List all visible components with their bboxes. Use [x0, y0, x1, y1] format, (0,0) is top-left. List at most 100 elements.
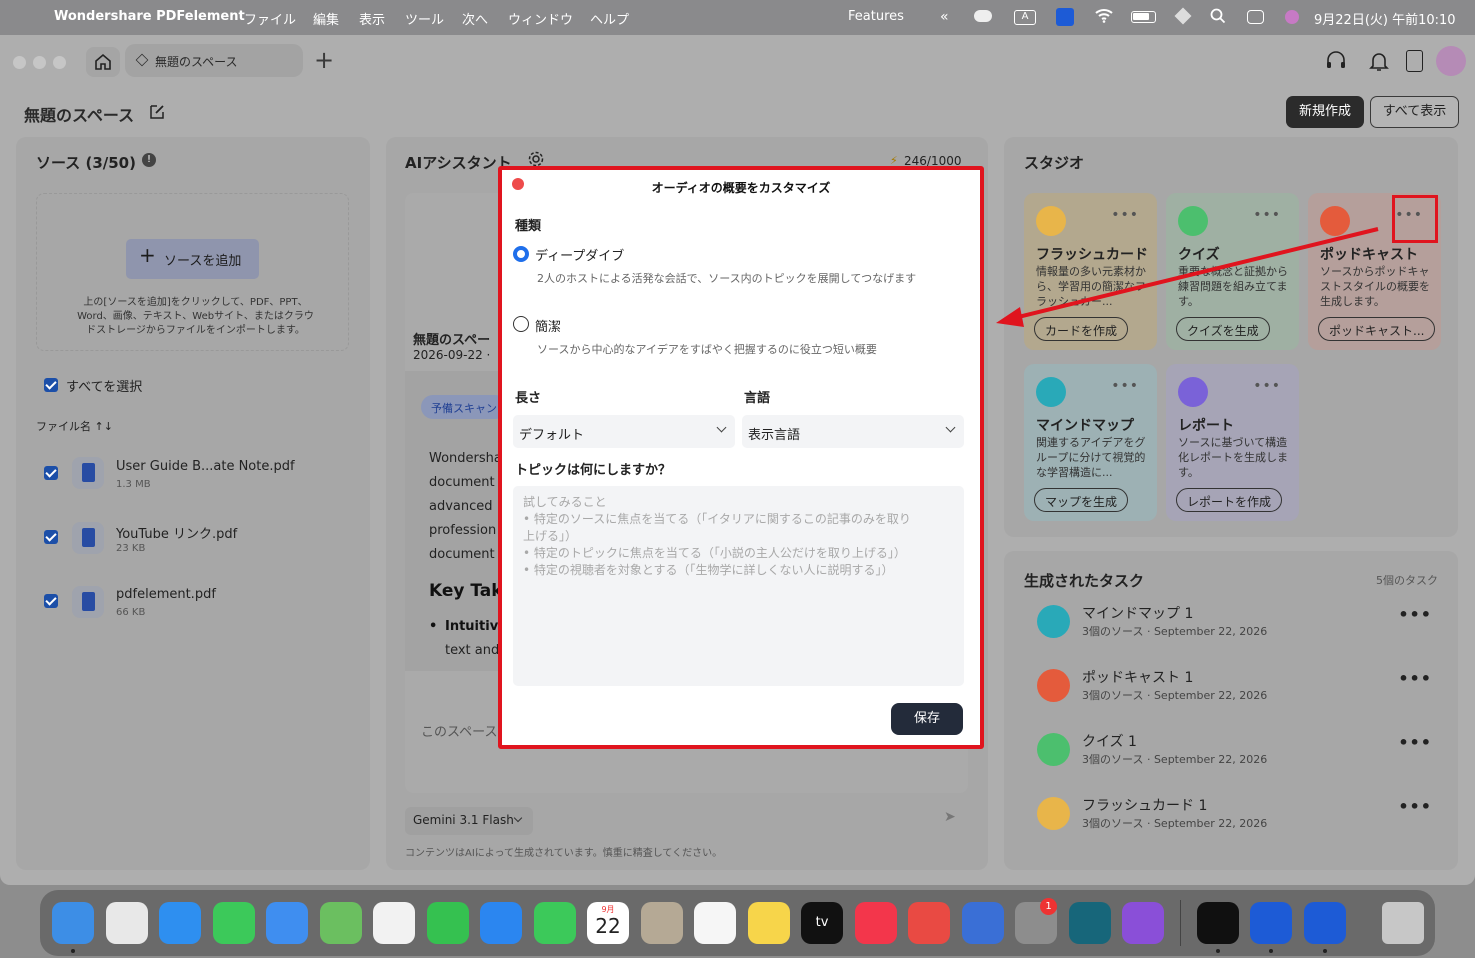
- app-store-icon[interactable]: [480, 902, 522, 944]
- task-item[interactable]: フラッシュカード 1 3個のソース · September 22, 2026 •…: [1022, 791, 1442, 843]
- cloud-icon[interactable]: [974, 10, 992, 22]
- photos-icon[interactable]: [373, 902, 415, 944]
- task-item[interactable]: マインドマップ 1 3個のソース · September 22, 2026 ••…: [1022, 599, 1442, 651]
- safari-icon[interactable]: [159, 902, 201, 944]
- file-checkbox[interactable]: [44, 530, 58, 544]
- running-indicator: [1216, 949, 1220, 953]
- menu-edit[interactable]: 編集: [313, 9, 339, 28]
- pdfelement-icon[interactable]: [1250, 902, 1292, 944]
- rocket-app-icon[interactable]: [908, 902, 950, 944]
- menu-view[interactable]: 表示: [359, 9, 385, 28]
- file-checkbox[interactable]: [44, 466, 58, 480]
- space-tab-label: 無題のスペース: [155, 55, 238, 69]
- contacts-icon[interactable]: [641, 902, 683, 944]
- control-center-icon[interactable]: [1247, 10, 1264, 24]
- more-options-icon[interactable]: •••: [1398, 797, 1432, 816]
- file-size: 66 KB: [116, 607, 146, 618]
- studio-card-report[interactable]: ••• レポート ソースに基づいて構造化レポートを生成します。 レポートを作成: [1166, 364, 1299, 521]
- studio-title: スタジオ: [1024, 154, 1085, 172]
- launchpad-icon[interactable]: [106, 902, 148, 944]
- sources-title: ソース (3/50): [36, 154, 136, 172]
- feedback-icon[interactable]: [1122, 902, 1164, 944]
- add-source-button[interactable]: + ソースを追加: [126, 239, 259, 279]
- home-button[interactable]: [86, 47, 120, 77]
- more-options-icon[interactable]: •••: [1111, 378, 1139, 394]
- music-icon[interactable]: [855, 902, 897, 944]
- new-create-button[interactable]: 新規作成: [1286, 96, 1364, 128]
- create-map-button[interactable]: マップを生成: [1034, 488, 1129, 512]
- double-chevron-left-icon[interactable]: «: [940, 9, 949, 25]
- search-icon[interactable]: [1210, 8, 1226, 24]
- menu-clock[interactable]: 9月22日(火) 午前10:10: [1314, 9, 1456, 28]
- mail-icon[interactable]: [266, 902, 308, 944]
- send-icon[interactable]: ➤: [944, 809, 956, 825]
- menu-window[interactable]: ウィンドウ: [508, 9, 573, 28]
- apple-tv-icon[interactable]: tv: [801, 902, 843, 944]
- radio-deep-dive[interactable]: [513, 246, 529, 262]
- more-options-icon[interactable]: •••: [1395, 207, 1423, 223]
- wifi-icon[interactable]: [1095, 7, 1113, 23]
- model-selector[interactable]: Gemini 3.1 Flash: [405, 807, 533, 835]
- option-label[interactable]: 簡潔: [535, 316, 561, 335]
- select-all-checkbox[interactable]: [44, 378, 58, 392]
- menu-file[interactable]: ファイル: [244, 9, 296, 28]
- device-icon[interactable]: [1406, 50, 1423, 72]
- show-all-button[interactable]: すべて表示: [1370, 96, 1459, 128]
- finder-icon[interactable]: [52, 902, 94, 944]
- cube-icon: [135, 53, 149, 67]
- space-tab[interactable]: 無題のスペース: [125, 44, 303, 77]
- file-name-sort[interactable]: ファイル名 ↑↓: [36, 418, 113, 434]
- create-report-button[interactable]: レポートを作成: [1176, 488, 1283, 512]
- pdf-reader-icon[interactable]: [962, 902, 1004, 944]
- layers-icon[interactable]: [1174, 7, 1192, 25]
- pdfelement-icon[interactable]: [1304, 902, 1346, 944]
- pdfelement-status-icon[interactable]: [1056, 8, 1074, 26]
- menu-next[interactable]: 次へ: [462, 9, 488, 28]
- wondershare-icon[interactable]: [1197, 902, 1239, 944]
- pdf-file-icon: [72, 522, 104, 554]
- studio-card-mindmap[interactable]: ••• マインドマップ 関連するアイデアをグループに分けて視覚的な学習構造に..…: [1024, 364, 1157, 521]
- messages-icon[interactable]: [213, 902, 255, 944]
- file-checkbox[interactable]: [44, 594, 58, 608]
- menu-help[interactable]: ヘルプ: [590, 9, 629, 28]
- topic-textarea[interactable]: 試してみること • 特定のソースに焦点を当てる（「イタリアに関するこの記事のみを…: [513, 486, 964, 686]
- reminders-icon[interactable]: [694, 902, 736, 944]
- chat-input-placeholder[interactable]: このスペース: [421, 721, 497, 740]
- minimize-window-button[interactable]: [33, 56, 46, 69]
- more-options-icon[interactable]: •••: [1398, 605, 1432, 624]
- facetime-icon[interactable]: [427, 902, 469, 944]
- menu-app-name[interactable]: Wondershare PDFelement: [54, 9, 245, 24]
- trash-icon[interactable]: [1382, 902, 1424, 944]
- maps-icon[interactable]: [320, 902, 362, 944]
- freeform-icon[interactable]: [1069, 902, 1111, 944]
- notes-icon[interactable]: [748, 902, 790, 944]
- option-label[interactable]: ディープダイブ: [535, 245, 624, 264]
- menu-tools[interactable]: ツール: [405, 9, 444, 28]
- add-source-dropzone[interactable]: + ソースを追加 上の[ソースを追加]をクリックして、PDF、PPT、Word、…: [36, 193, 349, 351]
- menu-features[interactable]: Features: [848, 9, 904, 24]
- more-options-icon[interactable]: •••: [1398, 669, 1432, 688]
- more-options-icon[interactable]: •••: [1253, 378, 1281, 394]
- user-avatar[interactable]: [1436, 46, 1466, 76]
- calendar-icon[interactable]: 9月 22: [587, 902, 629, 944]
- language-select[interactable]: 表示言語: [742, 415, 964, 448]
- siri-icon[interactable]: [1285, 10, 1299, 24]
- task-name: ポッドキャスト 1: [1082, 670, 1194, 686]
- input-source-icon[interactable]: A: [1014, 10, 1036, 25]
- running-indicator: [1323, 949, 1327, 953]
- notification-bell-icon[interactable]: [1368, 50, 1390, 72]
- save-button[interactable]: 保存: [891, 703, 963, 735]
- phone-icon[interactable]: [534, 902, 576, 944]
- close-window-button[interactable]: [13, 56, 26, 69]
- task-item[interactable]: クイズ 1 3個のソース · September 22, 2026 •••: [1022, 727, 1442, 779]
- more-options-icon[interactable]: •••: [1398, 733, 1432, 752]
- length-select[interactable]: デフォルト: [513, 415, 735, 448]
- battery-icon[interactable]: [1131, 11, 1156, 23]
- support-headset-icon[interactable]: [1325, 50, 1347, 72]
- task-item[interactable]: ポッドキャスト 1 3個のソース · September 22, 2026 ••…: [1022, 663, 1442, 715]
- radio-concise[interactable]: [513, 316, 529, 332]
- info-icon[interactable]: !: [142, 153, 156, 167]
- edit-title-icon[interactable]: [148, 103, 166, 121]
- add-tab-icon[interactable]: +: [314, 48, 334, 72]
- zoom-window-button[interactable]: [53, 56, 66, 69]
